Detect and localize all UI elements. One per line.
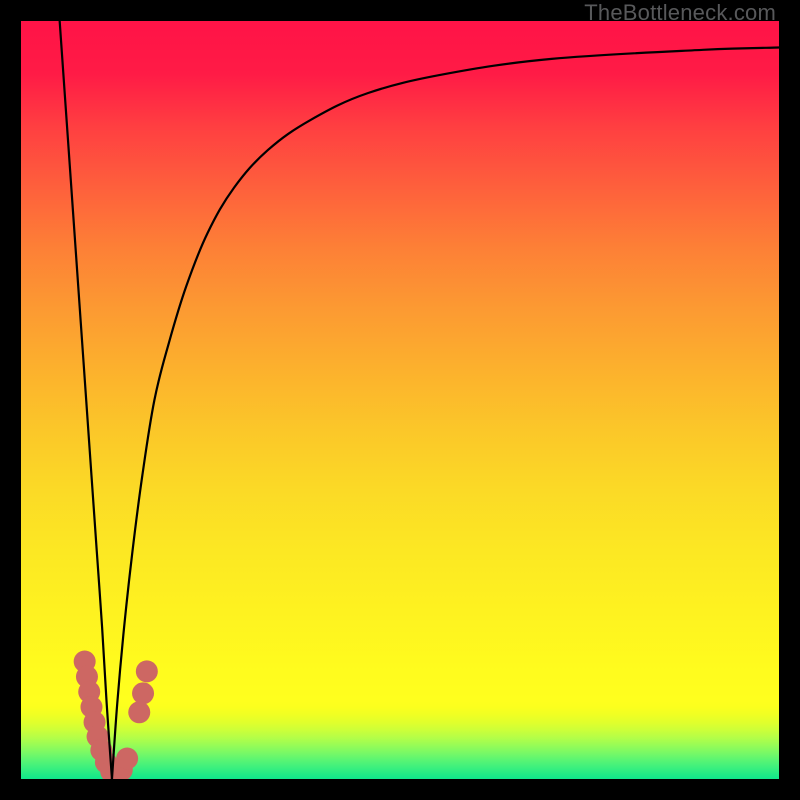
valley-dot bbox=[116, 748, 138, 770]
plot-area bbox=[21, 21, 779, 779]
outer-frame: TheBottleneck.com bbox=[0, 0, 800, 800]
chart-svg bbox=[21, 21, 779, 779]
valley-dot bbox=[128, 701, 150, 723]
valley-dot bbox=[132, 682, 154, 704]
valley-dot bbox=[136, 660, 158, 682]
right-branch-curve bbox=[112, 48, 779, 779]
